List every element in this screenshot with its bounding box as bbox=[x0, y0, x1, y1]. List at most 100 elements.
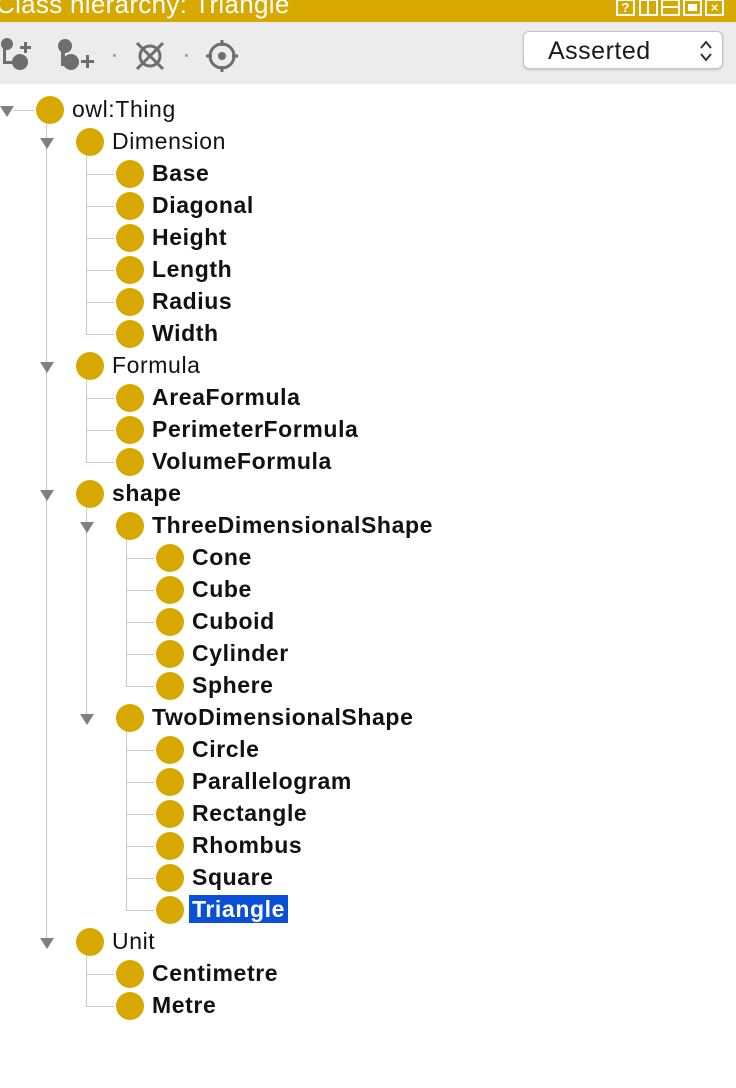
panel-title: Class hierarchy: Triangle bbox=[0, 0, 290, 19]
class-icon bbox=[116, 320, 144, 348]
expand-toggle-icon[interactable] bbox=[80, 714, 94, 725]
hierarchy-view-select[interactable]: Asserted bbox=[523, 31, 723, 69]
class-icon bbox=[156, 672, 184, 700]
tree-node-label: Metre bbox=[152, 992, 217, 1018]
tree-node-label: Centimetre bbox=[152, 960, 279, 986]
tree-connector bbox=[126, 558, 154, 559]
tree-connector bbox=[86, 302, 114, 303]
tree-node-label: Dimension bbox=[112, 128, 227, 154]
expand-toggle-icon[interactable] bbox=[40, 938, 54, 949]
tree-node-label: TwoDimensionalShape bbox=[152, 704, 414, 730]
expand-toggle-icon[interactable] bbox=[40, 138, 54, 149]
class-icon bbox=[156, 736, 184, 764]
tree-connector bbox=[126, 730, 127, 910]
tree-node-label: AreaFormula bbox=[152, 384, 301, 410]
class-icon bbox=[156, 576, 184, 604]
tree-node-label: Cube bbox=[192, 576, 252, 602]
tree-node-label: PerimeterFormula bbox=[152, 416, 359, 442]
class-icon bbox=[156, 640, 184, 668]
tree-connector bbox=[86, 154, 87, 334]
help-icon[interactable]: ? bbox=[616, 0, 635, 16]
tree-connector bbox=[86, 378, 87, 462]
add-sibling-class-icon[interactable] bbox=[57, 38, 97, 74]
toolbar-separator bbox=[113, 54, 116, 57]
tree-connector bbox=[126, 654, 154, 655]
tree-node-label: Triangle bbox=[189, 895, 288, 923]
tree-node-label: Formula bbox=[112, 352, 201, 378]
class-icon bbox=[156, 768, 184, 796]
tree-connector bbox=[126, 878, 154, 879]
tree-connector bbox=[126, 910, 154, 911]
tree-connector bbox=[46, 122, 47, 942]
tree-connector bbox=[126, 814, 154, 815]
tree-connector bbox=[126, 590, 154, 591]
tree-connector bbox=[86, 334, 114, 335]
expand-toggle-icon[interactable] bbox=[40, 490, 54, 501]
class-icon bbox=[156, 896, 184, 924]
title-bar: Class hierarchy: Triangle ? × bbox=[0, 0, 736, 22]
find-class-icon[interactable] bbox=[205, 38, 245, 74]
delete-class-icon[interactable] bbox=[133, 38, 173, 74]
tree-node-label: Height bbox=[152, 224, 228, 250]
close-icon[interactable]: × bbox=[705, 0, 724, 16]
tree-node-label: shape bbox=[112, 480, 182, 506]
expand-toggle-icon[interactable] bbox=[40, 362, 54, 373]
tree-node-label: Radius bbox=[152, 288, 233, 314]
tree-node-label: Cone bbox=[192, 544, 252, 570]
class-icon bbox=[76, 928, 104, 956]
tree-connector bbox=[86, 238, 114, 239]
tree-connector bbox=[126, 686, 154, 687]
class-icon bbox=[156, 832, 184, 860]
class-icon bbox=[156, 800, 184, 828]
tree-node-label: Unit bbox=[112, 928, 156, 954]
tree-connector bbox=[86, 430, 114, 431]
class-icon bbox=[116, 960, 144, 988]
tree-connector bbox=[86, 974, 114, 975]
class-icon bbox=[116, 192, 144, 220]
updown-chevron-icon bbox=[700, 40, 712, 62]
class-icon bbox=[116, 416, 144, 444]
split-vertical-icon[interactable] bbox=[639, 0, 658, 16]
class-icon bbox=[116, 992, 144, 1020]
toolbar-separator bbox=[185, 54, 188, 57]
tree-connector bbox=[14, 110, 34, 111]
class-icon bbox=[116, 384, 144, 412]
add-subclass-icon[interactable] bbox=[0, 38, 40, 74]
tree-node-label: VolumeFormula bbox=[152, 448, 332, 474]
tree-node-label: Cylinder bbox=[192, 640, 289, 666]
class-icon bbox=[156, 608, 184, 636]
class-icon bbox=[76, 128, 104, 156]
toolbar: Asserted bbox=[0, 22, 736, 84]
tree-connector bbox=[86, 206, 114, 207]
tree-connector bbox=[86, 174, 114, 175]
tree-node-label: Length bbox=[152, 256, 233, 282]
tree-connector bbox=[126, 538, 127, 686]
tree-connector bbox=[126, 846, 154, 847]
tree-connector bbox=[86, 954, 87, 1006]
class-icon bbox=[116, 224, 144, 252]
class-icon bbox=[116, 160, 144, 188]
class-icon bbox=[116, 288, 144, 316]
maximize-icon[interactable] bbox=[683, 0, 702, 16]
tree-connector bbox=[86, 1006, 114, 1007]
tree-node-label: Base bbox=[152, 160, 210, 186]
tree-connector bbox=[126, 750, 154, 751]
class-icon bbox=[116, 448, 144, 476]
class-icon bbox=[76, 352, 104, 380]
tree-node-label: Sphere bbox=[192, 672, 274, 698]
expand-toggle-icon[interactable] bbox=[80, 522, 94, 533]
tree-node-label: Rhombus bbox=[192, 832, 303, 858]
class-icon bbox=[156, 544, 184, 572]
tree-node-label: Square bbox=[192, 864, 274, 890]
tree-node-label: Width bbox=[152, 320, 219, 346]
tree-node-label: ThreeDimensionalShape bbox=[152, 512, 434, 538]
expand-toggle-icon[interactable] bbox=[0, 106, 14, 117]
tree-connector bbox=[126, 782, 154, 783]
tree-connector bbox=[126, 622, 154, 623]
split-horizontal-icon[interactable] bbox=[661, 0, 680, 16]
tree-node-label: Cuboid bbox=[192, 608, 275, 634]
tree-node-label: Circle bbox=[192, 736, 260, 762]
tree-node-label: Parallelogram bbox=[192, 768, 352, 794]
class-icon bbox=[116, 512, 144, 540]
tree-connector bbox=[86, 462, 114, 463]
